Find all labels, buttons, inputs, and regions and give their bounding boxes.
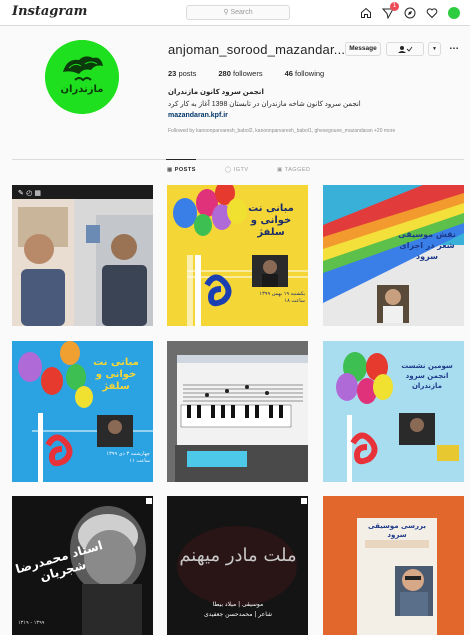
- post-years: ۱۳۱۹ - ۱۳۹۹: [18, 620, 45, 626]
- search-placeholder: Search: [230, 9, 253, 16]
- search-input[interactable]: ⚲ Search: [186, 5, 290, 20]
- instagram-logo[interactable]: Instagram: [12, 4, 87, 19]
- post-title: مبانی نت خوانی و سلفژ: [248, 203, 294, 238]
- heart-icon[interactable]: [425, 6, 438, 19]
- post-thumbnail[interactable]: مبانی نت خوانی و سلفژ یکشنبه ۱۹ بهمن ۱۳۹…: [167, 185, 308, 326]
- top-nav: Instagram ⚲ Search 1: [0, 0, 470, 26]
- followers-stat[interactable]: 280 followers: [218, 69, 262, 78]
- tab-igtv[interactable]: ◯ IGTV: [225, 167, 249, 173]
- post-title: بررسی موسیقی سرود: [368, 522, 426, 539]
- post-title: مبانی نت خوانی و سلفژ: [93, 357, 139, 392]
- notification-badge: 1: [390, 2, 399, 11]
- profile-stats: 23 posts 280 followers 46 following: [168, 69, 324, 78]
- chevron-down-icon: ▼: [432, 46, 437, 52]
- message-button[interactable]: Message: [345, 42, 381, 56]
- profile-avatar-icon[interactable]: [447, 6, 460, 19]
- igtv-icon: ◯: [225, 167, 232, 173]
- following-stat[interactable]: 46 following: [285, 69, 325, 78]
- suggested-dropdown-button[interactable]: ▼: [428, 42, 441, 56]
- nav-icons: 1: [359, 2, 460, 19]
- post-credit-poet: شاعر | محمدحسن جعفیدی: [203, 611, 273, 618]
- post-time: ساعت ۱۸: [284, 298, 305, 304]
- profile-full-name: انجمن سرود کانون مازندران: [168, 89, 264, 96]
- profile-bio: انجمن سرود کانون شاخه مازندران در تابستا…: [168, 101, 361, 108]
- direct-icon[interactable]: 1: [381, 2, 399, 19]
- post-thumbnail[interactable]: مبانی نت خوانی و سلفژ چهارشنبه ۳ دی ۱۳۹۹…: [12, 341, 153, 482]
- post-thumbnail[interactable]: ملت مادر میهنم موسیقی | میلاد بیطا شاعر …: [167, 496, 308, 635]
- following-button[interactable]: [386, 42, 424, 56]
- post-credit-music: موسیقی | میلاد بیطا: [212, 601, 264, 608]
- post-title: ملت مادر میهنم: [179, 545, 297, 566]
- search-icon: ⚲: [223, 9, 229, 16]
- grid-icon: ▦: [167, 167, 173, 173]
- post-thumbnail[interactable]: [167, 341, 308, 482]
- post-thumbnail[interactable]: بررسی موسیقی سرود: [323, 496, 464, 635]
- profile-website-link[interactable]: mazandaran.kpf.ir: [168, 112, 228, 119]
- tab-tagged[interactable]: ▣ TAGGED: [277, 167, 310, 173]
- post-title: سومین نشست انجمن سرود مازندران: [401, 362, 453, 390]
- profile-username: anjoman_sorood_mazandar...: [168, 42, 346, 57]
- post-date: یکشنبه ۱۹ بهمن ۱۳۹۹: [259, 291, 305, 297]
- followed-by-text[interactable]: Followed by kanoonparvaresh_babol2, kano…: [168, 128, 395, 134]
- profile-tabs: ▦ POSTS ◯ IGTV ▣ TAGGED: [0, 160, 470, 180]
- home-icon[interactable]: [359, 6, 372, 19]
- svg-text:✎ ◴ ▦: ✎ ◴ ▦: [18, 189, 41, 197]
- post-date: چهارشنبه ۳ دی ۱۳۹۹: [106, 451, 150, 457]
- posts-stat: 23 posts: [168, 69, 197, 78]
- post-title: نقش موسیقی شعر در اجرای سرود: [398, 230, 456, 261]
- tagged-icon: ▣: [277, 167, 283, 173]
- more-options-icon[interactable]: …: [449, 41, 460, 52]
- post-thumbnail[interactable]: نقش موسیقی شعر در اجرای سرود: [323, 185, 464, 326]
- post-time: ساعت ۱۱: [129, 458, 150, 464]
- tab-posts[interactable]: ▦ POSTS: [167, 167, 196, 173]
- post-thumbnail[interactable]: استاد محمدرضا شجریان ۱۳۱۹ - ۱۳۹۹: [12, 496, 153, 635]
- explore-icon[interactable]: [403, 6, 416, 19]
- post-thumbnail[interactable]: سومین نشست انجمن سرود مازندران: [323, 341, 464, 482]
- profile-logo-text: مازندران: [60, 84, 104, 95]
- profile-picture[interactable]: مازندران: [45, 40, 119, 114]
- post-thumbnail[interactable]: ✎ ◴ ▦: [12, 185, 153, 326]
